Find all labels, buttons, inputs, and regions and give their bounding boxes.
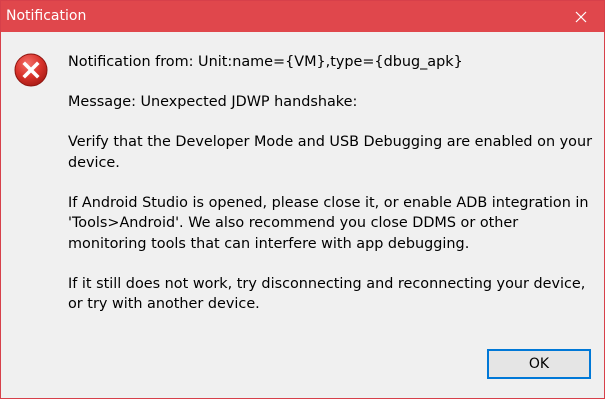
notification-dialog: Notification Notification from: Unit:nam… (0, 0, 605, 399)
error-icon (14, 53, 48, 87)
window-title: Notification (6, 8, 87, 24)
ok-button[interactable]: OK (487, 349, 591, 379)
dialog-body: Notification from: Unit:name={VM},type={… (1, 32, 604, 398)
close-icon (575, 11, 587, 22)
verify-instructions-text: Verify that the Developer Mode and USB D… (68, 134, 592, 171)
message-line-text: Message: Unexpected JDWP handshake: (68, 94, 358, 110)
reconnect-instructions-text: If it still does not work, try disconnec… (68, 275, 586, 313)
android-studio-instructions-text: If Android Studio is opened, please clos… (68, 194, 589, 252)
notification-source-text: Notification from: Unit:name={VM},type={… (68, 54, 463, 70)
close-button[interactable] (558, 1, 604, 32)
message-text: Notification from: Unit:name={VM},type={… (68, 52, 593, 315)
title-bar[interactable]: Notification (1, 1, 604, 32)
